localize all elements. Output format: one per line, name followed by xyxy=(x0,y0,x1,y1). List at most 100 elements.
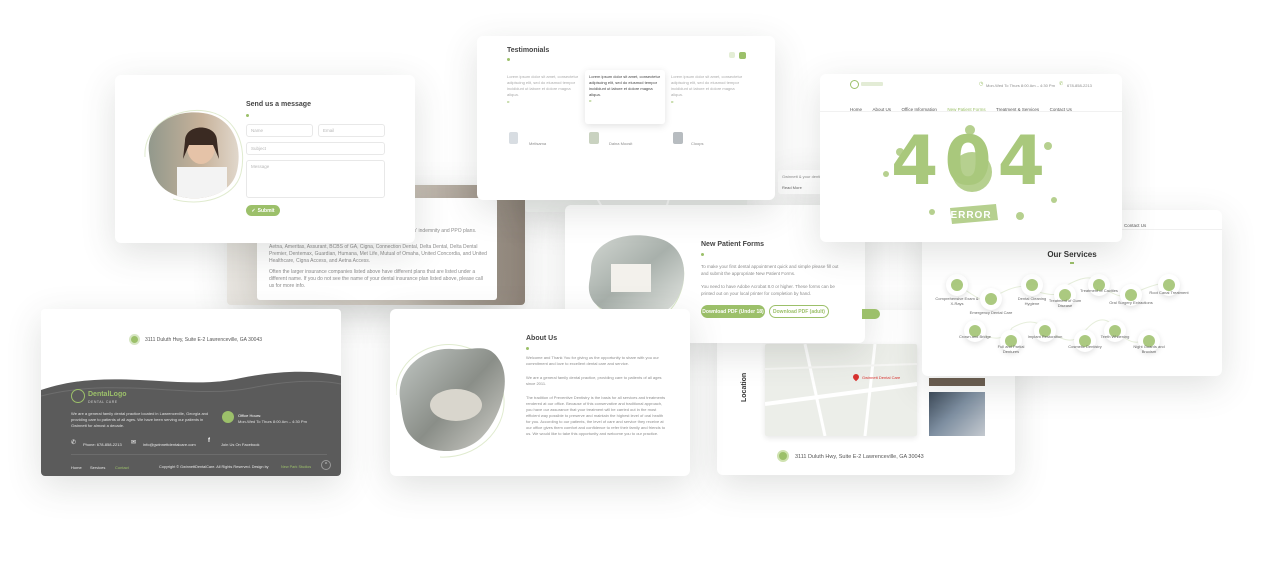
patient-forms-edge-tag xyxy=(862,309,880,319)
quote-icon-3: ❞ xyxy=(671,101,674,107)
location-photo-2 xyxy=(929,392,985,436)
footer-phone-icon: ✆ xyxy=(71,440,77,446)
service-label-5: Treatment of Cavities xyxy=(1080,288,1118,293)
contact-form-dot xyxy=(246,114,249,117)
submit-check-icon: ✓ xyxy=(251,207,256,214)
error-header: ◷ Mon-Wed To Thurs 8:00 Am – 4:30 Pm ✆ 6… xyxy=(820,74,1122,112)
footer-facebook-icon: f xyxy=(208,438,210,444)
footer-link-services[interactable]: Services xyxy=(90,464,105,471)
footer-facebook[interactable]: Join Us On Facebook xyxy=(221,441,259,448)
service-label-9: Full and Partial Dentures xyxy=(997,344,1025,354)
download-adult-button[interactable]: Download PDF (adult) xyxy=(769,305,829,318)
testimonials-title: Testimonials xyxy=(507,47,550,54)
contact-photo xyxy=(144,109,244,203)
about-title: About Us xyxy=(526,335,558,342)
error-logo-icon xyxy=(850,80,859,89)
quote-icon-1: ❞ xyxy=(507,101,510,107)
about-photo xyxy=(396,344,505,458)
testimonial-item-1: Lorem ipsum dolor sit amet, consectetur … xyxy=(507,74,581,146)
footer-link-home[interactable]: Home xyxy=(71,464,82,471)
testimonial-name-1: Melisama xyxy=(529,141,547,146)
footer-divider xyxy=(71,454,327,455)
footer-designer[interactable]: New Park Studios xyxy=(281,464,311,471)
testimonial-text-1: Lorem ipsum dolor sit amet, consectetur … xyxy=(507,74,579,97)
service-label-13: Night Guards and Bruxism xyxy=(1133,344,1165,354)
header-phone[interactable]: 678-858-2213 xyxy=(1067,82,1092,89)
service-label-12: Teeth Whitening xyxy=(1100,334,1130,339)
name-field[interactable]: Name xyxy=(246,124,313,137)
footer-email[interactable]: info@gwinnettdentalcare.com xyxy=(143,441,196,448)
scroll-top-button[interactable]: ^ xyxy=(321,460,331,470)
error-code: 404 xyxy=(891,122,1051,201)
location-address: 3111 Duluth Hwy, Suite E-2 Lawrenceville… xyxy=(795,454,924,460)
testimonial-text-3: Lorem ipsum dolor sit amet, consectetur … xyxy=(671,74,743,97)
footer-logo-sub: DENTAL CARE xyxy=(88,400,118,404)
location-map[interactable]: Gwinnett Dental Care xyxy=(764,343,918,437)
service-label-2: Emergency Dental Care xyxy=(969,310,1013,315)
service-icon-1[interactable] xyxy=(946,274,968,296)
subject-field[interactable]: Subject xyxy=(246,142,385,155)
submit-label: Submit xyxy=(257,207,275,214)
about-p1: Welcome and Thank You for giving us the … xyxy=(526,355,659,366)
footer-link-contact[interactable]: Contact xyxy=(115,464,129,471)
error-label: ERROR xyxy=(950,210,992,221)
footer-office-hours: Mon-Wed To Thurs 8:00 Am – 4:30 Pm xyxy=(238,419,307,424)
about-p3: The tradition of Preventive Dentistry is… xyxy=(526,395,666,436)
location-pin-dot xyxy=(777,450,789,462)
footer-hours-icon xyxy=(222,411,234,423)
error-logo-bar xyxy=(861,82,883,86)
service-label-8: Crown and Bridge xyxy=(958,334,992,339)
footer-address-pin xyxy=(129,334,140,345)
submit-button[interactable]: ✓ Submit xyxy=(246,205,280,216)
patient-forms-p2: You need to have Adobe Acrobat 8.0 or hi… xyxy=(701,284,835,296)
quote-icon-2: ❞ xyxy=(589,100,592,106)
service-label-10: Implant Restoration xyxy=(1027,334,1063,339)
testimonial-name-2: Daina Moosit xyxy=(609,141,633,146)
footer-copyright: Copyright © GwinnettDentalCare. All Righ… xyxy=(159,465,269,469)
footer-about: We are a general family dental practice … xyxy=(71,411,209,428)
download-child-button[interactable]: Download PDF (Under 18) xyxy=(701,305,765,318)
testimonial-avatar-2 xyxy=(589,132,599,144)
service-label-4: Treatment of Gum Disease xyxy=(1048,298,1082,308)
patient-forms-dot xyxy=(701,253,704,256)
location-photo-1 xyxy=(929,378,985,386)
location-map-roads xyxy=(764,343,918,437)
header-clock-icon: ◷ xyxy=(979,81,984,87)
testimonials-next-icon[interactable] xyxy=(739,52,746,59)
about-dot xyxy=(526,347,529,350)
footer-phone[interactable]: Phone: 678-858-2213 xyxy=(83,441,122,448)
service-label-7: Root Canal Treatment xyxy=(1149,290,1189,295)
service-icon-3[interactable] xyxy=(1021,274,1043,296)
chevron-up-icon: ^ xyxy=(324,462,328,468)
testimonial-avatar-1 xyxy=(509,132,518,144)
footer-address: 3111 Duluth Hwy, Suite E-2 Lawrenceville… xyxy=(145,337,263,343)
testimonial-name-3: Cloops xyxy=(691,141,704,146)
testimonials-prev-icon[interactable] xyxy=(729,52,735,58)
footer-email-icon: ✉ xyxy=(131,440,137,446)
about-p2: We are a general family dental practice,… xyxy=(526,375,662,386)
patient-forms-title: New Patient Forms xyxy=(701,241,765,248)
testimonials-card: Testimonials Lorem ipsum dolor sit amet,… xyxy=(477,36,775,200)
insurance-list: Aetna, Ameritas, Assurant, BCBS of GA, C… xyxy=(269,244,487,264)
testimonial-avatar-3 xyxy=(673,132,683,144)
testimonial-item-2-active[interactable]: Lorem ipsum dolor sit amet, consectetur … xyxy=(585,70,665,124)
footer-logo-name: DentalLogo xyxy=(88,391,127,398)
email-field[interactable]: Email xyxy=(318,124,385,137)
contact-form-card: Send us a message Name Email Subject Mes… xyxy=(115,75,415,243)
message-field[interactable]: Message xyxy=(246,160,385,198)
testimonials-dot xyxy=(507,58,510,61)
footer-card: 3111 Duluth Hwy, Suite E-2 Lawrenceville… xyxy=(41,309,341,476)
contact-form-title: Send us a message xyxy=(246,101,311,108)
map-pin-label: Gwinnett Dental Care xyxy=(862,375,901,380)
error-404-card: ◷ Mon-Wed To Thurs 8:00 Am – 4:30 Pm ✆ 6… xyxy=(820,74,1122,242)
patient-forms-p1: To make your first dental appointment qu… xyxy=(701,264,839,276)
testimonial-item-3: Lorem ipsum dolor sit amet, consectetur … xyxy=(671,74,745,108)
service-icon-2[interactable] xyxy=(980,288,1002,310)
header-phone-icon: ✆ xyxy=(1059,81,1064,87)
footer-logo-icon xyxy=(71,389,85,403)
service-label-11: Cosmetic Dentistry xyxy=(1068,344,1102,349)
testimonial-text-2: Lorem ipsum dolor sit amet, consectetur … xyxy=(589,74,661,97)
about-card: About Us Welcome and Thank You for givin… xyxy=(390,309,690,476)
location-label: Location xyxy=(741,372,748,402)
patient-forms-photo xyxy=(588,235,685,319)
